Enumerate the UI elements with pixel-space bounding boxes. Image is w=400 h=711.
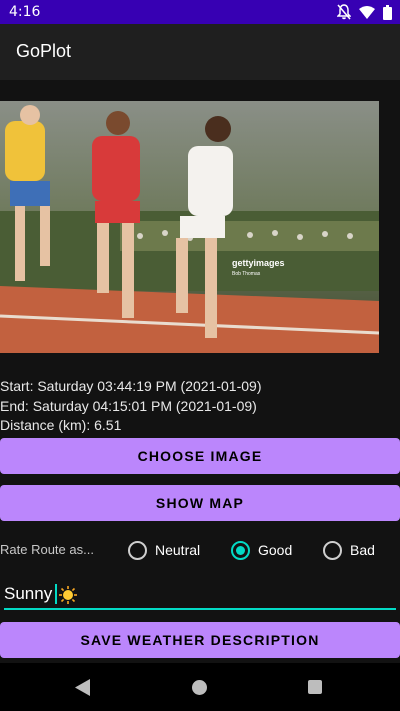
back-icon[interactable] [75, 679, 91, 696]
weather-description-field[interactable]: Sunny [4, 582, 396, 610]
choose-image-button[interactable]: CHOOSE IMAGE [0, 438, 400, 474]
recents-icon[interactable] [308, 680, 322, 694]
sun-icon [59, 586, 77, 604]
battery-icon [383, 4, 392, 20]
status-bar: 4:16 [0, 0, 400, 24]
photo-watermark-brand: gettyimages [232, 258, 285, 268]
radio-bad[interactable]: Bad [323, 540, 375, 560]
rating-label: Rate Route as... [0, 542, 94, 557]
status-time: 4:16 [9, 4, 41, 20]
radio-good-label: Good [258, 542, 293, 558]
save-weather-button[interactable]: SAVE WEATHER DESCRIPTION [0, 622, 400, 658]
radio-good[interactable]: Good [231, 540, 292, 560]
wifi-icon [359, 6, 375, 19]
route-photo: gettyimages Bob Thomas [0, 101, 379, 353]
radio-neutral-label: Neutral [155, 542, 201, 558]
photo-watermark-credit: Bob Thomas [232, 271, 261, 277]
system-nav-bar [0, 663, 400, 711]
route-start-text: Start: Saturday 03:44:19 PM (2021-01-09) [0, 378, 262, 394]
home-icon[interactable] [192, 680, 207, 695]
text-caret [55, 584, 57, 604]
route-rating-group: Rate Route as... Neutral Good Bad [0, 535, 400, 565]
status-icons [337, 4, 392, 20]
app-title: GoPlot [16, 41, 72, 61]
weather-description-value: Sunny [4, 584, 53, 603]
radio-neutral[interactable]: Neutral [128, 540, 200, 560]
show-map-button[interactable]: SHOW MAP [0, 485, 400, 521]
radio-bad-circle[interactable] [323, 540, 342, 560]
app-bar: GoPlot [0, 24, 400, 80]
notifications-off-icon [337, 4, 351, 20]
radio-good-circle[interactable] [231, 540, 250, 560]
route-end-text: End: Saturday 04:15:01 PM (2021-01-09) [0, 398, 257, 414]
route-distance-text: Distance (km): 6.51 [0, 417, 122, 433]
radio-bad-label: Bad [350, 542, 375, 558]
radio-neutral-circle[interactable] [128, 540, 147, 560]
